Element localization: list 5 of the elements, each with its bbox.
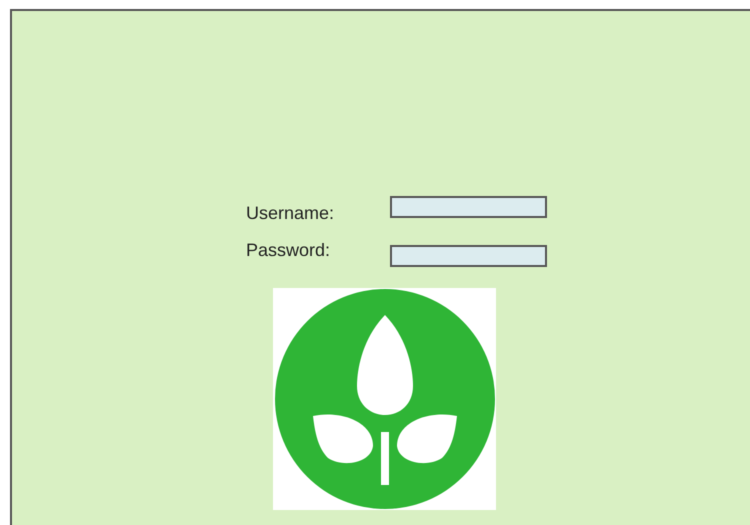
field-label: Password: [246,240,332,260]
input-field[interactable] [390,245,547,267]
plant-logo-icon [273,288,496,510]
input-field[interactable] [390,196,547,218]
field-label: Username: [246,202,336,224]
